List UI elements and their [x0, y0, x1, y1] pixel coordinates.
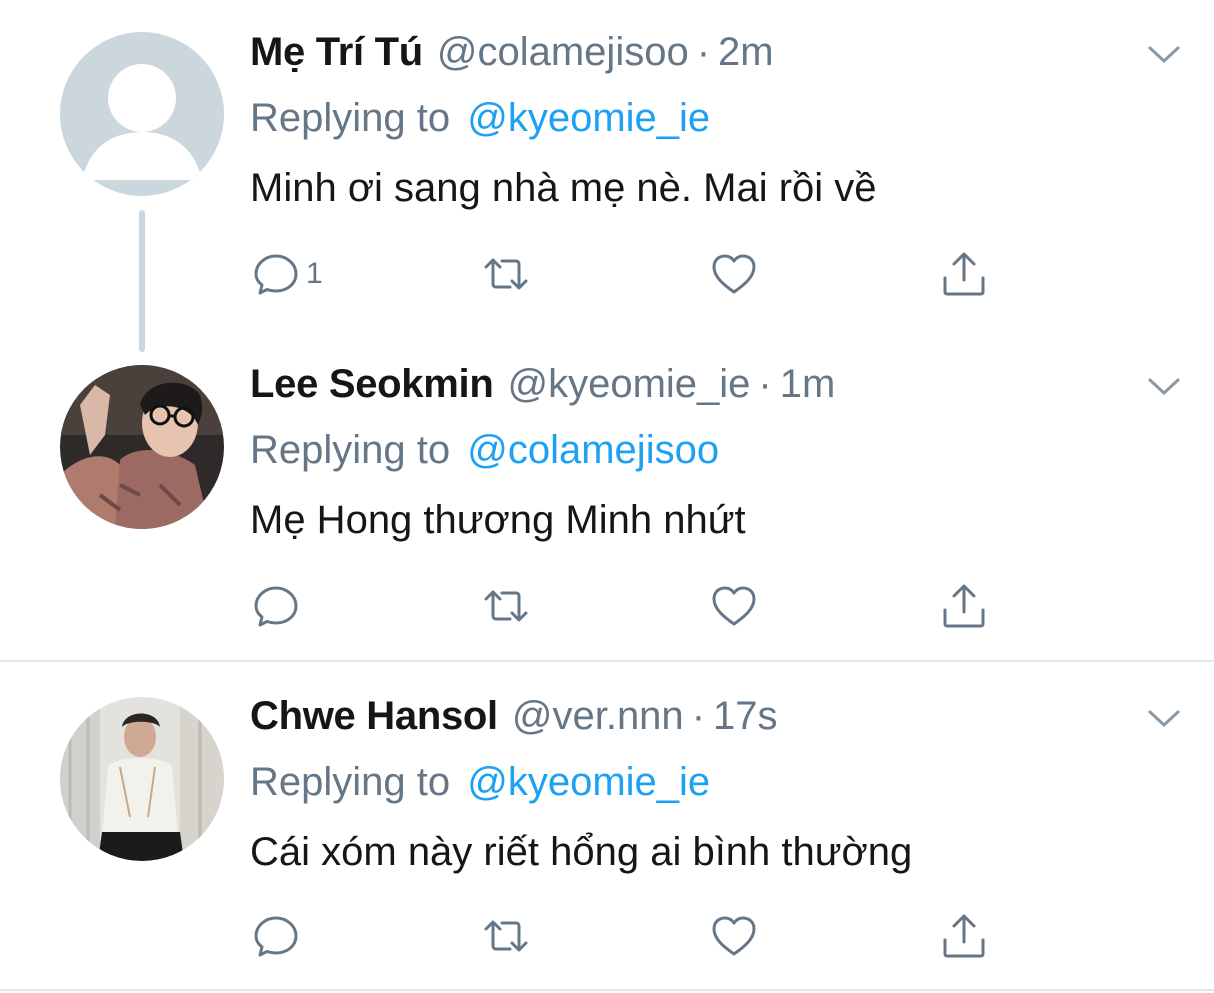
chevron-down-icon: [1148, 710, 1180, 727]
share-icon: [943, 914, 985, 958]
user-handle[interactable]: @kyeomie_ie: [507, 362, 750, 407]
retweet-button[interactable]: [482, 246, 530, 302]
avatar[interactable]: [60, 365, 224, 529]
retweet-button[interactable]: [482, 908, 530, 964]
heart-icon: [712, 586, 756, 626]
display-name[interactable]: Mẹ Trí Tú: [250, 30, 423, 75]
replying-label: Replying to: [250, 428, 451, 472]
chevron-down-icon: [1148, 46, 1180, 63]
tweet-actions: 1: [250, 246, 1010, 306]
mention-link[interactable]: @colamejisoo: [467, 428, 719, 472]
reply-button[interactable]: [252, 908, 306, 964]
retweet-icon: [484, 590, 528, 622]
user-photo: [60, 697, 224, 861]
avatar[interactable]: [60, 32, 224, 196]
heart-icon: [712, 916, 756, 956]
reply-count: 1: [306, 257, 323, 290]
separator-dot: ·: [696, 30, 711, 74]
more-options-button[interactable]: [1144, 366, 1184, 406]
user-handle[interactable]: @ver.nnn: [512, 694, 684, 739]
tweet-text: Cái xóm này riết hổng ai bình thường: [250, 830, 913, 874]
tweet-divider: [0, 660, 1214, 662]
tweet-header: Lee Seokmin @kyeomie_ie · 1m: [250, 362, 1184, 418]
timestamp[interactable]: 17s: [713, 694, 778, 739]
chevron-down-icon: [1148, 378, 1180, 395]
more-options-button[interactable]: [1144, 698, 1184, 738]
replying-label: Replying to: [250, 96, 451, 140]
separator-dot: ·: [758, 362, 772, 406]
replying-label: Replying to: [250, 760, 451, 804]
like-button[interactable]: [710, 908, 758, 964]
tweet-header: Chwe Hansol @ver.nnn · 17s: [250, 694, 1184, 750]
more-options-button[interactable]: [1144, 34, 1184, 74]
mention-link[interactable]: @kyeomie_ie: [467, 760, 710, 804]
replying-to: Replying to @colamejisoo: [250, 428, 1184, 484]
display-name[interactable]: Lee Seokmin: [250, 362, 494, 407]
display-name[interactable]: Chwe Hansol: [250, 694, 498, 739]
timestamp[interactable]: 1m: [780, 362, 836, 407]
timestamp[interactable]: 2m: [718, 30, 774, 75]
tweet-actions: [250, 908, 1010, 968]
reply-icon: [254, 254, 298, 295]
retweet-button[interactable]: [482, 578, 530, 634]
reply-icon: [254, 586, 298, 627]
thread-connector-line: [139, 210, 145, 352]
tweet-header: Mẹ Trí Tú @colamejisoo · 2m: [250, 30, 1184, 86]
tweet-text: Minh ơi sang nhà mẹ nè. Mai rồi về: [250, 166, 877, 210]
share-icon: [943, 584, 985, 628]
tweet-actions: [250, 578, 1010, 638]
default-avatar-icon: [60, 32, 224, 196]
heart-icon: [712, 254, 756, 294]
like-button[interactable]: [710, 246, 758, 302]
replying-to: Replying to @kyeomie_ie: [250, 96, 1184, 152]
tweet-text: Mẹ Hong thương Minh nhứt: [250, 498, 746, 542]
share-button[interactable]: [940, 578, 988, 634]
retweet-icon: [484, 258, 528, 290]
separator-dot: ·: [691, 694, 706, 738]
avatar[interactable]: [60, 697, 224, 861]
share-button[interactable]: [940, 246, 988, 302]
user-handle[interactable]: @colamejisoo: [437, 30, 689, 75]
mention-link[interactable]: @kyeomie_ie: [467, 96, 710, 140]
tweet-divider: [0, 989, 1214, 991]
retweet-icon: [484, 920, 528, 952]
share-button[interactable]: [940, 908, 988, 964]
replying-to: Replying to @kyeomie_ie: [250, 760, 1184, 816]
reply-button[interactable]: [252, 578, 306, 634]
like-button[interactable]: [710, 578, 758, 634]
reply-button[interactable]: 1: [252, 246, 323, 302]
share-icon: [943, 252, 985, 296]
user-photo: [60, 365, 224, 529]
reply-icon: [254, 916, 298, 957]
